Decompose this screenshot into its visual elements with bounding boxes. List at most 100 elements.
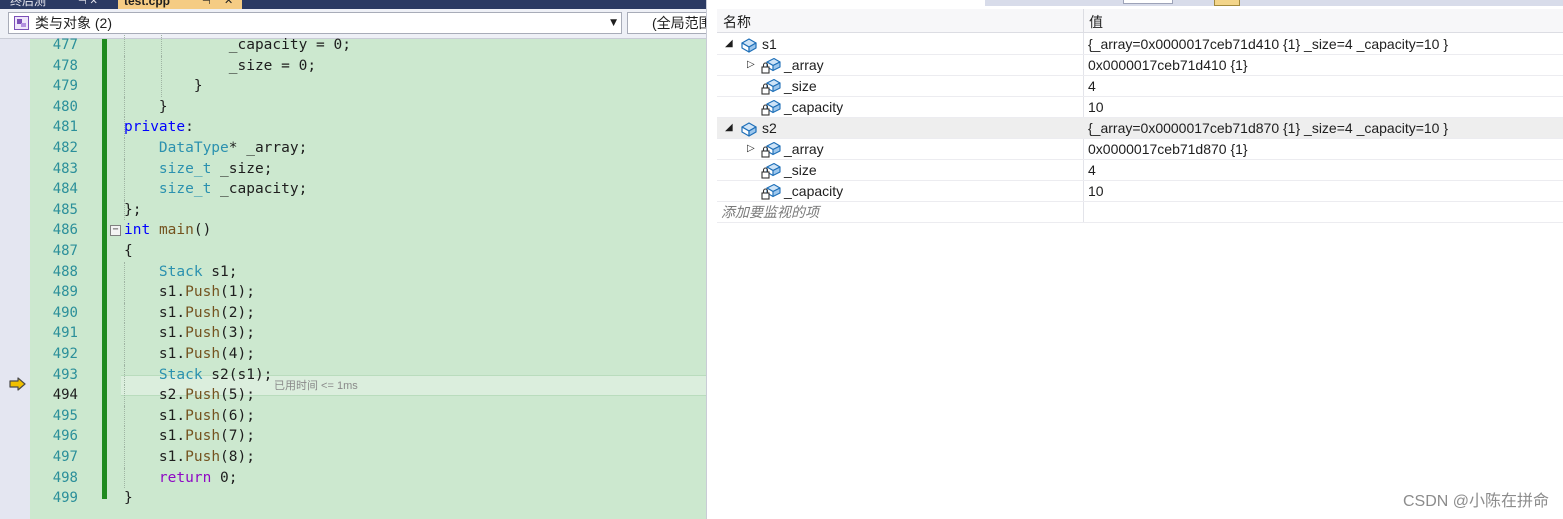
watch-search-strip <box>985 0 1563 6</box>
column-separator[interactable] <box>1083 9 1084 33</box>
line-number: 493 <box>52 366 78 383</box>
watch-row[interactable]: ▷ _array 0x0000017ceb71d870 {1} <box>717 139 1563 160</box>
line-number: 498 <box>52 469 78 486</box>
code-line[interactable]: 497 s1.Push(8); <box>0 447 706 468</box>
code-line[interactable]: 490 s1.Push(2); <box>0 302 706 324</box>
watch-row[interactable]: _capacity 10 <box>717 97 1563 118</box>
pin-icon[interactable]: ⊣ <box>196 0 217 9</box>
code-line[interactable]: 491 s1.Push(3); <box>0 323 706 344</box>
punctuation-token: (3); <box>220 325 255 342</box>
code-text: _size = 0; <box>124 56 316 77</box>
code-line[interactable]: 486 int main() − <box>0 220 706 241</box>
code-line[interactable]: 498 return 0; <box>0 467 706 489</box>
code-text: size_t _capacity; <box>124 179 307 200</box>
add-watch-placeholder[interactable]: 添加要监视的项 <box>721 204 819 221</box>
watch-item-name: _capacity <box>784 183 844 199</box>
code-line[interactable]: 477 _capacity = 0; <box>0 35 706 56</box>
line-number: 486 <box>52 222 78 239</box>
code-line[interactable]: 483 size_t _size; <box>0 158 706 180</box>
code-text: DataType* _array; <box>124 138 307 159</box>
code-line[interactable]: 482 DataType* _array; <box>0 138 706 159</box>
line-number: 494 <box>52 387 78 404</box>
line-number: 491 <box>52 325 78 342</box>
code-line[interactable]: 489 s1.Push(1); <box>0 282 706 303</box>
identifier-token: s1 <box>158 346 177 362</box>
line-number: 495 <box>52 407 78 424</box>
code-text: Stack s2(s1); <box>124 365 273 386</box>
code-line[interactable]: 487 { <box>0 241 706 262</box>
watermark: CSDN @⁢⁢小陈在拼命⁢⁢ <box>1402 493 1549 510</box>
code-plain: } <box>124 490 133 507</box>
identifier-token: s1 <box>158 304 177 321</box>
line-number: 492 <box>52 346 78 362</box>
fold-collapse-icon[interactable]: − <box>110 225 121 237</box>
watch-item-name: s1 <box>762 36 777 52</box>
expand-arrow-icon[interactable]: ▷ <box>747 143 755 155</box>
code-line[interactable]: 492 s1.Push(4); <box>0 344 706 365</box>
close-icon[interactable]: ✕ <box>218 0 239 9</box>
column-header-name[interactable]: 名称 <box>723 12 751 32</box>
private-field-icon <box>761 57 781 74</box>
code-line[interactable]: 488 Stack s1; <box>0 261 706 283</box>
private-field-icon <box>761 99 781 116</box>
punctuation-token: s1; <box>202 263 238 280</box>
line-number: 482 <box>52 140 78 156</box>
line-number: 487 <box>52 243 78 259</box>
line-number: 488 <box>52 263 78 280</box>
identifier-token: s1 <box>158 449 177 465</box>
watch-item-value: 0x0000017ceb71d870 {1} <box>1088 141 1248 157</box>
code-line[interactable]: 480 } <box>0 96 706 118</box>
line-number: 478 <box>52 57 78 74</box>
column-header-value[interactable]: 值 <box>1089 12 1103 32</box>
code-text: private: <box>124 117 194 138</box>
chevron-down-icon[interactable]: ▼ <box>610 15 617 31</box>
watch-row[interactable]: ◢ s2 {_array=0x0000017ceb71d870 {1} _size=… <box>717 118 1563 139</box>
code-text: int main() <box>124 220 211 241</box>
code-text: s1.Push(2); <box>158 304 255 321</box>
watch-row[interactable]: _size 4 <box>717 76 1563 97</box>
watch-row[interactable]: _capacity 10 <box>717 181 1563 202</box>
code-line[interactable]: 478 _size = 0; <box>0 55 706 77</box>
code-text: s1.Push(8); <box>158 449 255 465</box>
keyword-token: private <box>124 119 186 136</box>
watch-row[interactable]: ▷ _array 0x0000017ceb71d410 {1} <box>717 55 1563 76</box>
type-token: Stack <box>158 366 203 383</box>
project-scope-dropdown[interactable]: 类与对象 (2) ▼ <box>8 12 622 34</box>
code-editor[interactable]: 终后测 ⊣ ✕ test.cpp ⊣ ✕ 类与对象 (2) ▼ (全局范围) 4… <box>0 0 706 519</box>
tab-previous-file[interactable]: 终后测 <box>4 0 52 9</box>
watch-item-value: 4 <box>1088 162 1096 178</box>
watch-row[interactable]: _size 4 <box>717 160 1563 181</box>
watch-item-value: 10 <box>1088 99 1104 115</box>
punctuation-token: () <box>193 222 212 239</box>
code-line[interactable]: 484 size_t _capacity; <box>0 179 706 200</box>
expand-arrow-icon[interactable]: ▷ <box>747 59 755 71</box>
watch-item-name: _array <box>784 57 824 73</box>
object-icon <box>739 120 759 137</box>
function-token: Push <box>185 449 221 465</box>
code-line[interactable]: 485}; <box>0 199 706 221</box>
watch-window: 名称 值 ◢ s1 {_array=0x0000017ceb71d410 {1} _… <box>706 0 1563 519</box>
punctuation-token: (6); <box>220 407 255 424</box>
collapse-arrow-icon[interactable]: ◢ <box>725 122 733 134</box>
identifier-token: s1 <box>158 325 177 342</box>
code-text: { <box>124 241 133 262</box>
watch-toolbar <box>707 0 1563 8</box>
code-line[interactable]: 499} <box>0 488 706 509</box>
code-text: size_t _size; <box>124 159 273 180</box>
punctuation-token: (8); <box>220 449 255 465</box>
code-line[interactable]: 479 } <box>0 76 706 97</box>
global-scope-dropdown[interactable]: (全局范围) <box>627 12 706 34</box>
code-line[interactable]: 481 private: <box>0 117 706 138</box>
search-depth-box[interactable] <box>1123 0 1173 4</box>
type-token: size_t <box>158 181 212 198</box>
toolbar-icon[interactable] <box>1214 0 1240 6</box>
watch-row[interactable]: ◢ s1 {_array=0x0000017ceb71d410 {1} _size=… <box>717 34 1563 55</box>
tab-previous-pin-close-icon[interactable]: ⊣ ✕ <box>72 0 104 9</box>
punctuation-token: _capacity; <box>211 181 308 198</box>
code-line[interactable]: 495 s1.Push(6); <box>0 405 706 427</box>
code-line[interactable]: 496 s1.Push(7); <box>0 426 706 447</box>
line-number: 484 <box>52 181 78 198</box>
collapse-arrow-icon[interactable]: ◢ <box>725 38 733 50</box>
type-token: DataType <box>158 140 229 156</box>
add-watch-row[interactable]: 添加要监视的项 <box>717 202 1563 223</box>
